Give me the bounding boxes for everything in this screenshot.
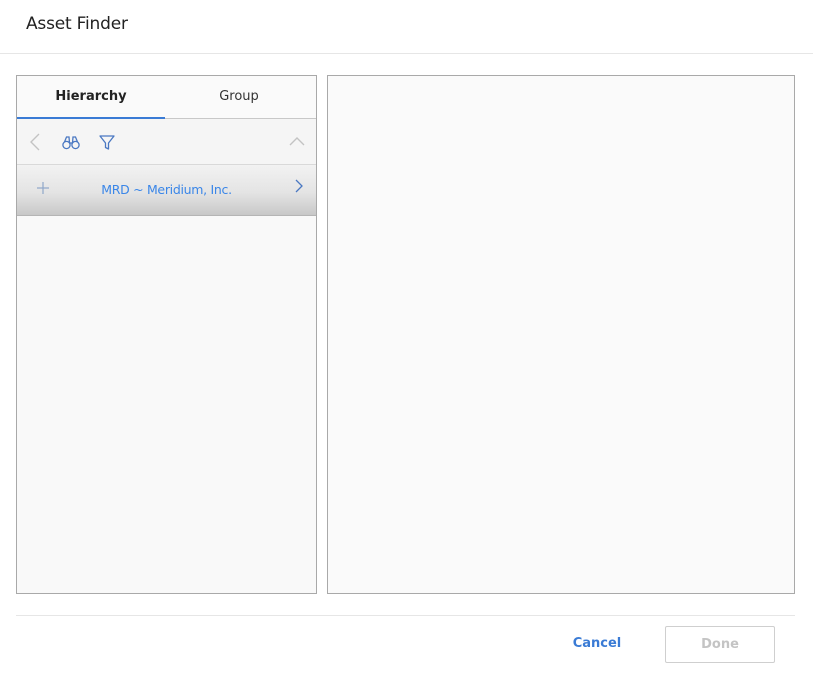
tree-item-label[interactable]: MRD ~ Meridium, Inc.	[57, 182, 276, 197]
done-button[interactable]: Done	[665, 626, 775, 663]
plus-icon[interactable]	[36, 181, 50, 195]
binoculars-icon[interactable]	[62, 132, 80, 152]
back-chevron-icon[interactable]	[29, 132, 41, 152]
cancel-button[interactable]: Cancel	[562, 627, 632, 661]
dialog-header: Asset Finder	[0, 0, 813, 54]
tab-hierarchy[interactable]: Hierarchy	[17, 76, 165, 119]
dialog-title: Asset Finder	[26, 14, 128, 34]
hierarchy-panel: Hierarchy Group MRD ~ Meridium, Inc.	[16, 75, 317, 594]
filter-icon[interactable]	[98, 132, 116, 152]
collapse-chevron-up-icon[interactable]	[288, 132, 306, 152]
details-panel	[327, 75, 795, 594]
asset-finder-dialog: Asset Finder Hierarchy Group MRD ~ Merid…	[0, 0, 813, 680]
tab-bar: Hierarchy Group	[17, 76, 316, 119]
chevron-right-icon[interactable]	[294, 178, 304, 194]
tab-group[interactable]: Group	[165, 76, 313, 119]
tree-item[interactable]: MRD ~ Meridium, Inc.	[17, 165, 316, 216]
footer-divider	[16, 615, 795, 616]
hierarchy-toolbar	[17, 119, 316, 165]
